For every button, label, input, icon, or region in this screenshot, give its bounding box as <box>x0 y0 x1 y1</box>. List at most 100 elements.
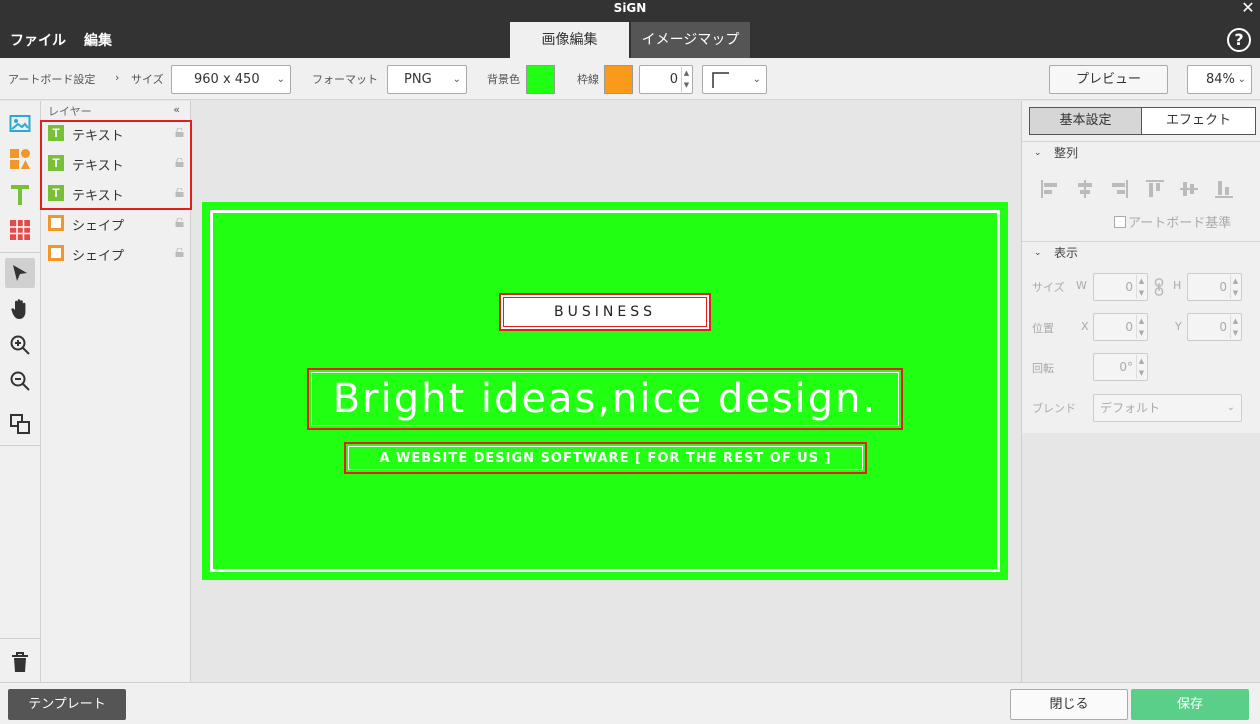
badge-text-selection[interactable]: BUSINESS <box>499 293 711 331</box>
artboard-basis-checkbox[interactable]: アートボード基準 <box>1114 212 1231 231</box>
align-right-icon[interactable] <box>1109 179 1129 199</box>
menu-edit[interactable]: 編集 <box>84 30 112 50</box>
border-color-swatch[interactable] <box>604 65 633 94</box>
height-input[interactable]: 0 ▲ ▼ <box>1187 273 1242 301</box>
close-icon[interactable]: ✕ <box>1240 0 1256 16</box>
close-button[interactable]: 閉じる <box>1010 689 1128 720</box>
template-button[interactable]: テンプレート <box>8 689 126 720</box>
chevron-down-icon: ⌄ <box>1226 402 1235 413</box>
zoom-in-icon[interactable] <box>5 330 35 360</box>
trash-icon[interactable] <box>5 647 35 677</box>
zoom-select[interactable]: 84% ⌄ <box>1187 65 1252 94</box>
subline-text-selection[interactable]: A WEBSITE DESIGN SOFTWARE [ FOR THE REST… <box>344 442 867 474</box>
collapse-icon[interactable]: « <box>173 103 180 116</box>
divider <box>0 252 40 253</box>
tab-basic-settings[interactable]: 基本設定 <box>1029 107 1142 135</box>
rotate-input[interactable]: 0° ▲ ▼ <box>1093 353 1148 381</box>
spinner-icon[interactable]: ▲ ▼ <box>1230 315 1240 339</box>
format-select[interactable]: PNG ⌄ <box>387 65 467 94</box>
toolbar: アートボード設定 › サイズ 960 x 450 ⌄ フォーマット PNG ⌄ 背景… <box>0 58 1260 100</box>
layers-header: レイヤー <box>48 105 92 118</box>
tab-effects[interactable]: エフェクト <box>1141 107 1256 135</box>
headline-text-selection[interactable]: Bright ideas,nice design. <box>307 368 903 430</box>
align-header-label: 整列 <box>1054 146 1079 160</box>
text-icon[interactable] <box>5 180 35 210</box>
border-width-input[interactable]: 0 ▲ ▼ <box>639 65 693 94</box>
align-section-header[interactable]: ⌄ 整列 <box>1022 141 1260 163</box>
shape-layer-icon <box>48 215 64 231</box>
app-title: SiGN <box>613 1 647 15</box>
border-width-value: 0 <box>669 72 678 87</box>
layer-selection-highlight <box>40 120 192 210</box>
size-select[interactable]: 960 x 450 ⌄ <box>171 65 291 94</box>
tool-bar <box>0 101 41 682</box>
align-left-icon[interactable] <box>1040 179 1060 199</box>
blend-select[interactable]: デフォルト ⌄ <box>1093 394 1242 422</box>
arrange-icon[interactable] <box>5 409 35 439</box>
spinner-icon[interactable]: ▲ ▼ <box>1230 275 1240 299</box>
layer-item-shape[interactable]: シェイプ <box>41 240 191 270</box>
divider <box>0 638 40 639</box>
align-middle-icon[interactable] <box>1179 179 1199 199</box>
size-field-label: サイズ <box>1032 281 1065 294</box>
tab-image-edit[interactable]: 画像編集 <box>510 22 629 58</box>
chevron-down-icon: ⌄ <box>1034 148 1042 158</box>
align-bottom-icon[interactable] <box>1214 179 1234 199</box>
x-input[interactable]: 0 ▲ ▼ <box>1093 313 1148 341</box>
shapes-icon[interactable] <box>5 144 35 174</box>
headline-text[interactable]: Bright ideas,nice design. <box>311 372 899 426</box>
border-label: 枠線 <box>577 73 599 86</box>
hand-icon[interactable] <box>5 294 35 324</box>
spinner-icon[interactable]: ▲ ▼ <box>1136 355 1146 379</box>
rotate-value: 0° <box>1119 360 1133 374</box>
format-value: PNG <box>404 72 432 87</box>
lock-icon[interactable] <box>175 248 184 257</box>
layer-name: シェイプ <box>72 219 125 234</box>
table-icon[interactable] <box>5 215 35 245</box>
subline-text[interactable]: A WEBSITE DESIGN SOFTWARE [ FOR THE REST… <box>348 446 863 470</box>
height-label: H <box>1173 279 1182 292</box>
rotate-label: 回転 <box>1032 362 1054 375</box>
layer-name: シェイプ <box>72 249 125 264</box>
properties-panel: 基本設定 エフェクト ⌄ 整列 アートボード基準 ⌄ 表示 サイズ W 0 ▲ ▼ … <box>1021 101 1260 682</box>
image-icon[interactable] <box>5 109 35 139</box>
zoom-value: 84% <box>1206 72 1235 87</box>
width-value: 0 <box>1125 280 1133 294</box>
corner-style-select[interactable]: ⌄ <box>702 65 767 94</box>
badge-text[interactable]: BUSINESS <box>503 297 707 327</box>
properties-top: 基本設定 エフェクト ⌄ 整列 アートボード基準 ⌄ 表示 サイズ W 0 ▲ ▼ … <box>1022 101 1260 433</box>
width-input[interactable]: 0 ▲ ▼ <box>1093 273 1148 301</box>
zoom-out-icon[interactable] <box>5 366 35 396</box>
pointer-icon[interactable] <box>5 258 35 288</box>
format-label: フォーマット <box>312 73 378 86</box>
artboard-basis-label: アートボード基準 <box>1128 216 1232 231</box>
align-center-icon[interactable] <box>1075 179 1095 199</box>
tab-image-map[interactable]: イメージマップ <box>631 22 750 58</box>
spinner-icon[interactable]: ▲ ▼ <box>1136 275 1146 299</box>
y-value: 0 <box>1219 320 1227 334</box>
help-icon[interactable]: ? <box>1227 28 1251 52</box>
spinner-icon[interactable]: ▲ ▼ <box>681 67 691 92</box>
preview-button[interactable]: プレビュー <box>1049 65 1168 94</box>
align-top-icon[interactable] <box>1145 179 1165 199</box>
blend-value: デフォルト <box>1100 401 1161 415</box>
background-color-label: 背景色 <box>487 73 520 86</box>
title-bar: SiGN ✕ ファイル 編集 画像編集 イメージマップ ? <box>0 0 1260 58</box>
checkbox-box[interactable] <box>1114 216 1126 228</box>
display-section-header[interactable]: ⌄ 表示 <box>1022 241 1260 263</box>
artboard[interactable]: BUSINESS Bright ideas,nice design. A WEB… <box>202 202 1008 580</box>
spinner-icon[interactable]: ▲ ▼ <box>1136 315 1146 339</box>
blend-label: ブレンド <box>1032 402 1076 415</box>
chevron-down-icon: ⌄ <box>752 74 761 85</box>
background-color-swatch[interactable] <box>526 65 555 94</box>
height-value: 0 <box>1219 280 1227 294</box>
y-input[interactable]: 0 ▲ ▼ <box>1187 313 1242 341</box>
artboard-settings-label: アートボード設定 <box>8 73 96 86</box>
link-aspect-icon[interactable] <box>1154 278 1164 296</box>
lock-icon[interactable] <box>175 218 184 227</box>
breadcrumb-arrow: › <box>115 71 120 84</box>
menu-file[interactable]: ファイル <box>10 30 66 50</box>
x-value: 0 <box>1125 320 1133 334</box>
save-button[interactable]: 保存 <box>1131 689 1249 720</box>
layer-item-shape[interactable]: シェイプ <box>41 210 191 240</box>
